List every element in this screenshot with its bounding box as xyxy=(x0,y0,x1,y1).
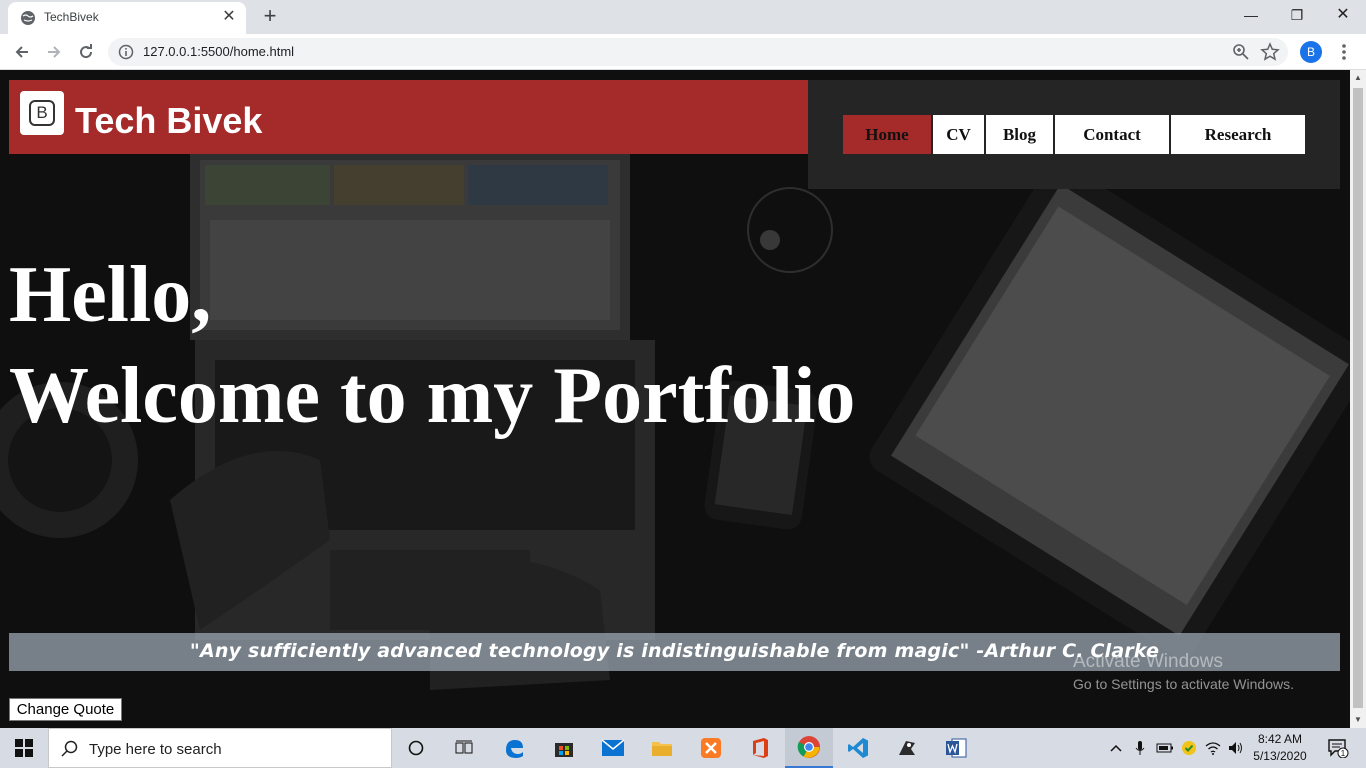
xampp-icon xyxy=(701,738,721,758)
notification-count: 1 xyxy=(1341,749,1346,758)
scroll-down-arrow-icon[interactable]: ▼ xyxy=(1350,712,1366,728)
show-hidden-icons-button[interactable] xyxy=(1106,728,1126,768)
more-vert-icon[interactable] xyxy=(1336,42,1352,62)
arrow-left-icon xyxy=(15,46,28,58)
address-bar[interactable]: 127.0.0.1:5500/home.html xyxy=(108,38,1288,66)
word-app[interactable] xyxy=(932,728,980,768)
action-center-button[interactable]: 1 xyxy=(1316,728,1360,768)
url-text[interactable]: 127.0.0.1:5500/home.html xyxy=(143,44,294,59)
speaker-icon xyxy=(1229,742,1242,754)
store-icon xyxy=(555,743,573,757)
notification-icon: 1 xyxy=(1328,739,1349,758)
scroll-up-arrow-icon[interactable]: ▲ xyxy=(1350,70,1366,86)
reload-icon xyxy=(80,44,93,59)
new-tab-button[interactable]: + xyxy=(258,4,282,28)
activate-windows-title: Activate Windows xyxy=(1073,651,1223,672)
file-explorer-app[interactable] xyxy=(638,728,686,768)
globe-icon xyxy=(21,11,35,25)
taskbar-clock[interactable]: 8:42 AM 5/13/2020 xyxy=(1248,731,1312,765)
battery-button[interactable] xyxy=(1154,728,1176,768)
tab-title: TechBivek xyxy=(44,10,99,24)
task-view-button[interactable] xyxy=(440,728,488,768)
battery-icon xyxy=(1156,743,1173,753)
reload-button[interactable] xyxy=(74,40,98,64)
arrow-right-icon xyxy=(48,46,61,58)
microphone-button[interactable] xyxy=(1130,728,1150,768)
chrome-app[interactable] xyxy=(785,728,833,768)
zoom-icon[interactable] xyxy=(1232,43,1250,61)
start-button[interactable] xyxy=(0,728,48,768)
restore-button[interactable]: ❐ xyxy=(1274,0,1320,30)
activate-windows-subtitle: Go to Settings to activate Windows. xyxy=(1073,676,1294,692)
xampp-app[interactable] xyxy=(687,728,735,768)
chevron-up-icon xyxy=(1110,744,1122,752)
network-button[interactable] xyxy=(1202,728,1224,768)
browser-toolbar: 127.0.0.1:5500/home.html B xyxy=(0,34,1366,70)
clock-time: 8:42 AM xyxy=(1257,732,1303,746)
security-tray-button[interactable] xyxy=(1178,728,1200,768)
back-button[interactable] xyxy=(10,40,34,64)
brand-name[interactable]: Tech Bivek xyxy=(75,100,262,142)
edge-icon xyxy=(506,740,523,758)
nav-research[interactable]: Research xyxy=(1171,115,1305,154)
task-view-icon xyxy=(455,740,473,754)
security-shield-icon xyxy=(1182,741,1196,755)
cortana-button[interactable] xyxy=(392,728,440,768)
edge-app[interactable] xyxy=(490,728,538,768)
git-bash-icon xyxy=(899,741,915,755)
mail-icon xyxy=(601,739,625,756)
wifi-icon xyxy=(1205,742,1221,755)
taskbar-search[interactable]: Type here to search xyxy=(48,728,392,768)
close-tab-icon[interactable]: ✕ xyxy=(220,8,238,26)
main-nav: Home CV Blog Contact Research xyxy=(808,80,1340,189)
bookmark-star-icon[interactable] xyxy=(1260,42,1280,62)
nav-cv[interactable]: CV xyxy=(933,115,984,154)
nav-home[interactable]: Home xyxy=(843,115,931,154)
windows-taskbar: Type here to search 8:42 AM 5/13/2020 1 xyxy=(0,728,1366,768)
git-bash-app[interactable] xyxy=(883,728,931,768)
nav-contact[interactable]: Contact xyxy=(1055,115,1169,154)
bootstrap-logo-icon: B xyxy=(29,100,55,126)
page-scrollbar[interactable]: ▲ ▼ xyxy=(1350,70,1366,728)
minimize-button[interactable]: — xyxy=(1228,0,1274,30)
page-viewport: B Tech Bivek Home CV Blog Contact Resear… xyxy=(0,70,1350,728)
chrome-icon xyxy=(797,736,820,758)
word-icon xyxy=(946,738,967,758)
hero-welcome: Welcome to my Portfolio xyxy=(9,352,856,440)
clock-date: 5/13/2020 xyxy=(1253,749,1307,763)
vscode-icon xyxy=(848,738,868,758)
brand-logo[interactable]: B xyxy=(20,91,64,135)
browser-tabstrip: TechBivek ✕ + — ❐ ✕ xyxy=(0,0,1366,34)
forward-button[interactable] xyxy=(42,40,66,64)
profile-avatar[interactable]: B xyxy=(1300,41,1322,63)
nav-blog[interactable]: Blog xyxy=(986,115,1053,154)
scroll-thumb[interactable] xyxy=(1353,88,1363,708)
hero-greeting: Hello, xyxy=(9,251,212,339)
search-placeholder[interactable]: Type here to search xyxy=(89,741,222,758)
office-app[interactable] xyxy=(736,728,784,768)
brand-bar: B Tech Bivek xyxy=(9,80,808,154)
store-app[interactable] xyxy=(540,728,588,768)
mail-app[interactable] xyxy=(589,728,637,768)
search-icon xyxy=(61,740,78,757)
windows-logo-icon xyxy=(15,739,33,757)
info-icon[interactable] xyxy=(118,44,134,60)
browser-tab[interactable]: TechBivek ✕ xyxy=(8,2,246,34)
cortana-icon xyxy=(408,740,424,756)
office-icon xyxy=(753,738,768,758)
microphone-icon xyxy=(1135,741,1145,755)
close-window-button[interactable]: ✕ xyxy=(1320,0,1366,30)
vscode-app[interactable] xyxy=(834,728,882,768)
folder-icon xyxy=(652,742,672,756)
change-quote-button[interactable]: Change Quote xyxy=(9,698,122,721)
volume-button[interactable] xyxy=(1226,728,1246,768)
